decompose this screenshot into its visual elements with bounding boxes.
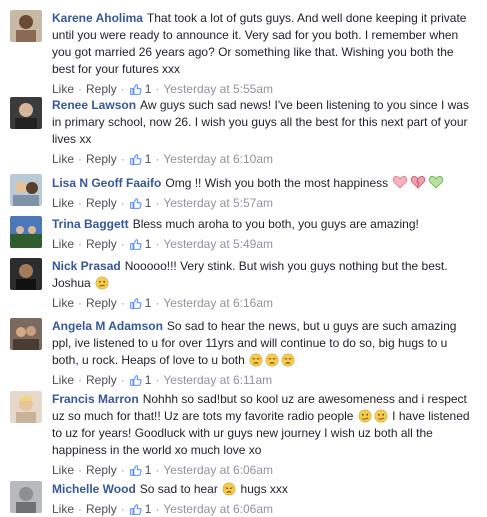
avatar[interactable] [10, 97, 42, 129]
crying-face-icon [265, 353, 279, 367]
avatar[interactable] [10, 174, 42, 206]
reply-link[interactable]: Reply [86, 196, 117, 210]
thumbs-up-icon[interactable] [129, 297, 142, 310]
comment-actions: Like · Reply · 1 · Yesterday at 6:10am [52, 152, 274, 166]
avatar[interactable] [10, 258, 42, 290]
comment-author[interactable]: Lisa N Geoff Faaifo [52, 176, 161, 190]
comment-body: Lisa N Geoff Faaifo Omg !! Wish you both … [52, 174, 477, 211]
like-count[interactable]: 1 [145, 296, 152, 310]
comment-text: So sad to hear [139, 482, 218, 496]
avatar[interactable] [10, 391, 42, 423]
smirk-face-icon [374, 409, 388, 423]
comment-author[interactable]: Renee Lawson [52, 98, 136, 112]
like-count[interactable]: 1 [145, 82, 152, 96]
comment-actions: Like · Reply · 1 · Yesterday at 5:49am [52, 237, 274, 251]
reply-link[interactable]: Reply [86, 152, 117, 166]
comment-author[interactable]: Michelle Wood [52, 482, 136, 496]
reply-link[interactable]: Reply [86, 237, 117, 251]
like-link[interactable]: Like [52, 502, 74, 516]
comment-author[interactable]: Francis Marron [52, 392, 139, 406]
comment-actions: Like · Reply · 1 · Yesterday at 6:06am [52, 502, 274, 516]
green-heart-icon [429, 176, 444, 189]
like-link[interactable]: Like [52, 237, 74, 251]
comment-body: Angela M Adamson So sad to hear the news,… [52, 318, 477, 388]
thumbs-up-icon[interactable] [129, 238, 142, 251]
like-link[interactable]: Like [52, 152, 74, 166]
thumbs-up-icon[interactable] [129, 374, 142, 387]
comment-author[interactable]: Angela M Adamson [52, 319, 163, 333]
avatar[interactable] [10, 10, 42, 42]
like-count[interactable]: 1 [145, 152, 152, 166]
like-link[interactable]: Like [52, 373, 74, 387]
thumbs-up-icon[interactable] [129, 503, 142, 516]
comment-timestamp[interactable]: Yesterday at 6:06am [163, 502, 273, 516]
avatar[interactable] [10, 481, 42, 513]
like-count[interactable]: 1 [145, 237, 152, 251]
like-link[interactable]: Like [52, 196, 74, 210]
like-link[interactable]: Like [52, 463, 74, 477]
comment-body: Nick Prasad Nooooo!!! Very stink. But wis… [52, 258, 477, 311]
comment-timestamp[interactable]: Yesterday at 6:06am [163, 463, 273, 477]
disappointed-face-icon [222, 482, 236, 496]
like-link[interactable]: Like [52, 296, 74, 310]
avatar[interactable] [10, 318, 42, 350]
mention-link[interactable]: Joshua [52, 276, 91, 290]
avatar[interactable] [10, 216, 42, 248]
reply-link[interactable]: Reply [86, 82, 117, 96]
comment-body: Francis Marron Nohhh so sad!but so kool u… [52, 391, 477, 478]
reply-link[interactable]: Reply [86, 502, 117, 516]
comment-actions: Like · Reply · 1 · Yesterday at 5:55am [52, 82, 274, 96]
comment-timestamp[interactable]: Yesterday at 6:10am [163, 152, 273, 166]
like-count[interactable]: 1 [145, 502, 152, 516]
comment-timestamp[interactable]: Yesterday at 6:11am [163, 373, 272, 387]
comment-text: Bless much aroha to you both, you guys a… [132, 217, 419, 231]
thumbs-up-icon[interactable] [129, 197, 142, 210]
confused-face-icon [95, 276, 109, 290]
comment-actions: Like · Reply · 1 · Yesterday at 6:11am [52, 373, 273, 387]
comment-actions: Like · Reply · 1 · Yesterday at 6:16am [52, 296, 274, 310]
smirk-face-icon [358, 409, 372, 423]
comment-timestamp[interactable]: Yesterday at 5:49am [163, 237, 273, 251]
comment-text: Nooooo!!! Very stink. But wish you guys … [124, 259, 448, 273]
like-count[interactable]: 1 [145, 463, 152, 477]
comment-author[interactable]: Karene Aholima [52, 11, 143, 25]
comment-body: Michelle Wood So sad to hear hugs xxx Lik… [52, 481, 477, 517]
reply-link[interactable]: Reply [86, 463, 117, 477]
comment-author[interactable]: Trina Baggett [52, 217, 129, 231]
thumbs-up-icon[interactable] [129, 464, 142, 477]
pink-heart-icon [393, 176, 408, 189]
comment-text: hugs xxx [240, 482, 288, 496]
reply-link[interactable]: Reply [86, 373, 117, 387]
reply-link[interactable]: Reply [86, 296, 117, 310]
comment-actions: Like · Reply · 1 · Yesterday at 5:57am [52, 196, 274, 210]
like-count[interactable]: 1 [145, 373, 152, 387]
like-link[interactable]: Like [52, 82, 74, 96]
crying-face-icon [281, 353, 295, 367]
comment-timestamp[interactable]: Yesterday at 5:55am [163, 82, 273, 96]
comment-author[interactable]: Nick Prasad [52, 259, 121, 273]
comment-body: Karene Aholima That took a lot of guts gu… [52, 10, 477, 97]
crying-face-icon [249, 353, 263, 367]
thumbs-up-icon[interactable] [129, 83, 142, 96]
thumbs-up-icon[interactable] [129, 153, 142, 166]
broken-heart-icon [411, 176, 426, 189]
comment-body: Trina Baggett Bless much aroha to you bot… [52, 216, 477, 252]
comment-timestamp[interactable]: Yesterday at 6:16am [163, 296, 273, 310]
like-count[interactable]: 1 [145, 196, 152, 210]
comment-actions: Like · Reply · 1 · Yesterday at 6:06am [52, 463, 274, 477]
comment-timestamp[interactable]: Yesterday at 5:57am [163, 196, 273, 210]
comment-text: Omg !! Wish you both the most happiness [165, 176, 389, 190]
comment-body: Renee Lawson Aw guys such sad news! I've … [52, 97, 477, 167]
